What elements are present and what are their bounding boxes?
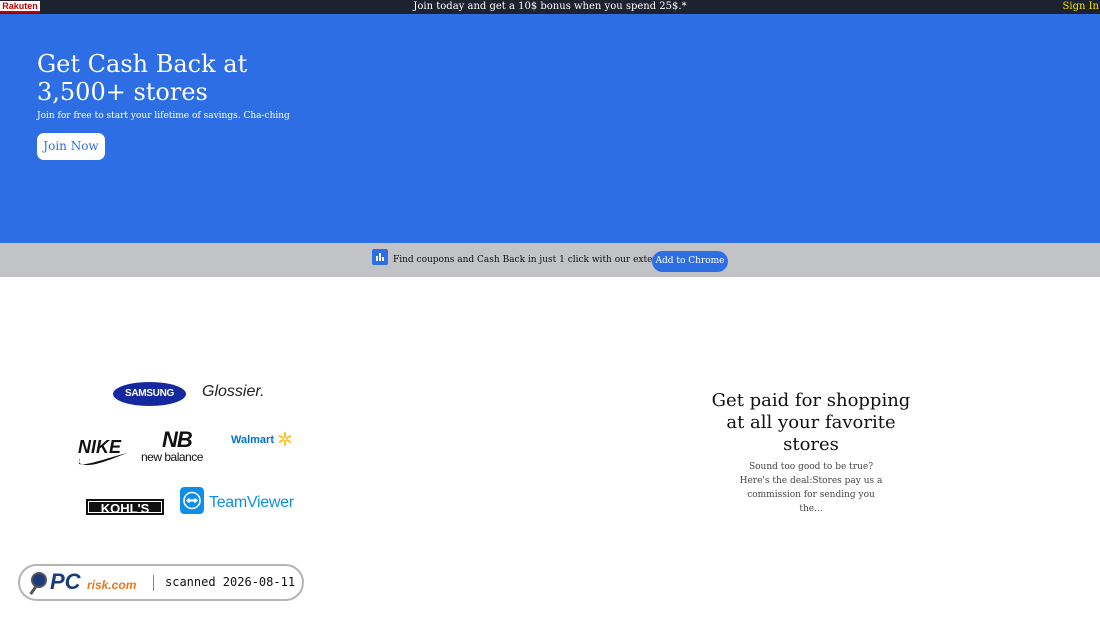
watermark-divider	[153, 575, 154, 591]
kohls-logo: KOHL'S	[86, 499, 164, 516]
teamviewer-icon	[180, 487, 204, 514]
extension-bar: Find coupons and Cash Back in just 1 cli…	[0, 243, 1100, 277]
glossier-logo: Glossier.	[202, 383, 265, 400]
promo-banner-text[interactable]: Join today and get a 10$ bonus when you …	[0, 0, 1100, 14]
watermark-scan-date: scanned 2026-08-11	[165, 575, 296, 589]
hero-section: Get Cash Back at 3,500+ stores Join for …	[0, 14, 1100, 243]
extension-promo-text: Find coupons and Cash Back in just 1 cli…	[393, 255, 682, 265]
rakuten-logo[interactable]: Rakuten	[0, 1, 40, 13]
add-to-chrome-button[interactable]: Add to Chrome	[652, 251, 728, 272]
teamviewer-logo: TeamViewer	[209, 494, 294, 511]
hero-subtitle: Join for free to start your lifetime of …	[37, 111, 290, 121]
walmart-spark-icon	[278, 432, 292, 446]
samsung-logo: SAMSUNG	[113, 382, 186, 406]
pitch-body: Sound too good to be true? Here's the de…	[739, 462, 883, 514]
top-bar: Join today and get a 10$ bonus when you …	[0, 0, 1100, 14]
walmart-logo: Walmart	[231, 434, 274, 446]
store-logos: SAMSUNG Glossier. NIKE NB new balance Wa…	[0, 277, 400, 577]
watermark-brand-risk: risk.com	[87, 578, 137, 592]
watermark-brand-pc: PC	[50, 569, 81, 594]
join-now-button[interactable]: Join Now	[37, 133, 105, 160]
hero-title: Get Cash Back at 3,500+ stores	[37, 50, 248, 106]
pitch-section: Get paid for shopping at all your favori…	[711, 390, 911, 516]
sign-in-link[interactable]: Sign In	[1063, 0, 1099, 14]
nike-logo: NIKE	[78, 437, 122, 457]
pcrisk-watermark: PC risk.com scanned 2026-08-11	[18, 564, 304, 601]
bar-chart-icon	[372, 249, 388, 265]
pitch-title: Get paid for shopping at all your favori…	[711, 390, 911, 455]
magnifier-handle-icon	[29, 585, 38, 595]
new-balance-logo: new balance	[141, 450, 203, 464]
